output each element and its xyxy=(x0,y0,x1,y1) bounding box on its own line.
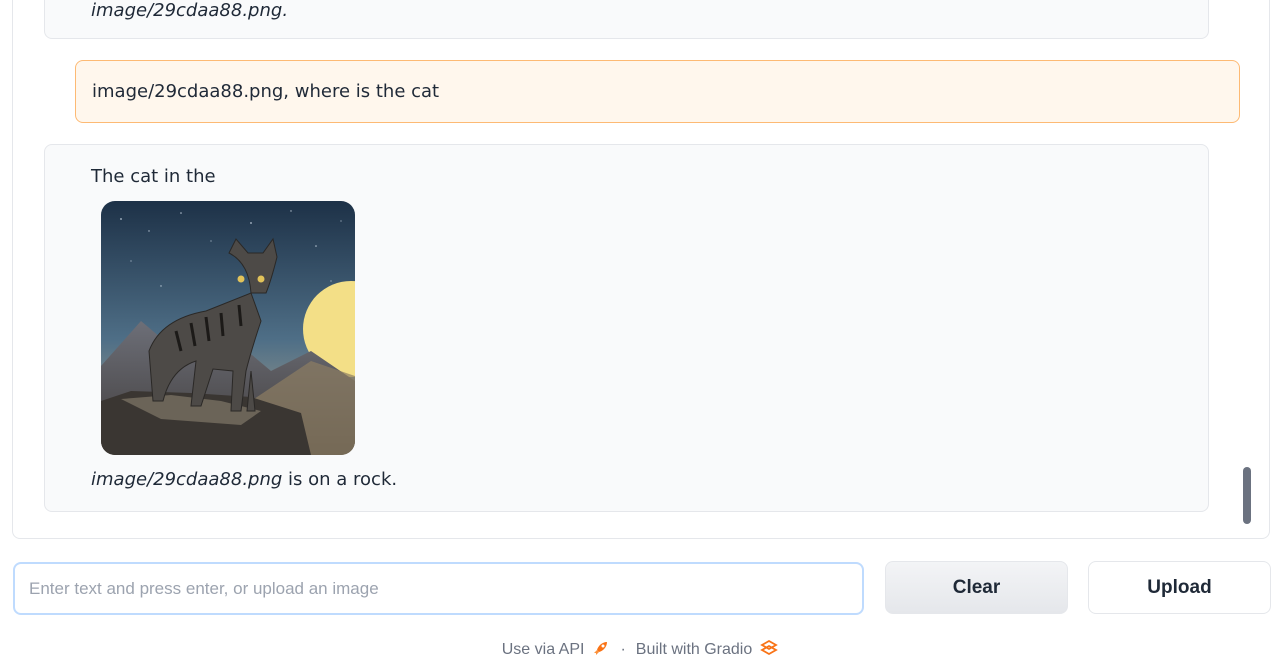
use-via-api-link[interactable]: Use via API xyxy=(502,641,585,659)
bot-message-previous: image/29cdaa88.png. xyxy=(44,0,1209,39)
built-with-gradio-link[interactable]: Built with Gradio xyxy=(636,641,753,659)
bot-message: The cat in the image/29cdaa88.png is on … xyxy=(44,144,1209,512)
footer: Use via API · Built with Gradio xyxy=(0,638,1280,662)
user-message: image/29cdaa88.png, where is the cat xyxy=(75,60,1240,123)
bot-message-intro: The cat in the xyxy=(91,166,216,187)
cat-image[interactable] xyxy=(101,201,355,455)
upload-button[interactable]: Upload xyxy=(1088,561,1271,614)
bot-message-image-ref: image/29cdaa88.png. xyxy=(91,0,289,21)
scrollbar-thumb[interactable] xyxy=(1243,467,1251,524)
gradio-logo-icon xyxy=(760,639,779,662)
clear-button[interactable]: Clear xyxy=(885,561,1068,614)
bot-message-outro: image/29cdaa88.png is on a rock. xyxy=(91,469,398,490)
rocket-icon xyxy=(592,639,610,662)
chatbot-panel[interactable]: image/29cdaa88.png. image/29cdaa88.png, … xyxy=(12,0,1270,539)
message-input[interactable] xyxy=(13,562,864,615)
user-message-text: image/29cdaa88.png, where is the cat xyxy=(92,81,440,102)
footer-separator: · xyxy=(620,641,626,658)
